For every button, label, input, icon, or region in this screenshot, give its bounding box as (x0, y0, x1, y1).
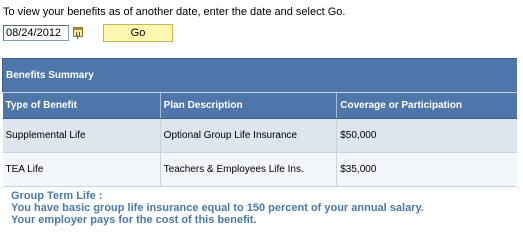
group-term-life-line-1: You have basic group life insurance equa… (11, 202, 424, 214)
column-header-coverage: Coverage or Participation (336, 92, 517, 119)
grid-header-row: Type of Benefit Plan Description Coverag… (2, 92, 517, 119)
group-term-life-heading: Group Term Life : (11, 190, 103, 202)
cell-coverage: $35,000 (336, 152, 517, 187)
go-button[interactable]: Go (103, 24, 173, 42)
column-header-type-of-benefit: Type of Benefit (2, 92, 161, 119)
cell-plan-description: Teachers & Employees Life Ins. (160, 152, 338, 187)
calendar-icon[interactable] (73, 27, 83, 37)
instruction-text: To view your benefits as of another date… (3, 6, 346, 18)
table-row: TEA Life Teachers & Employees Life Ins. … (2, 152, 517, 187)
table-row: Supplemental Life Optional Group Life In… (2, 118, 517, 153)
group-term-life-note: Group Term Life : You have basic group l… (11, 190, 424, 226)
as-of-date-input[interactable] (3, 25, 69, 41)
group-term-life-line-2: Your employer pays for the cost of this … (11, 214, 257, 226)
benefits-summary-grid: Benefits Summary Type of Benefit Plan De… (2, 58, 517, 187)
cell-type-of-benefit: TEA Life (2, 152, 161, 187)
cell-plan-description: Optional Group Life Insurance (160, 118, 338, 153)
column-header-plan-description: Plan Description (160, 92, 338, 119)
grid-title: Benefits Summary (2, 58, 517, 93)
cell-coverage: $50,000 (336, 118, 517, 153)
cell-type-of-benefit: Supplemental Life (2, 118, 161, 153)
